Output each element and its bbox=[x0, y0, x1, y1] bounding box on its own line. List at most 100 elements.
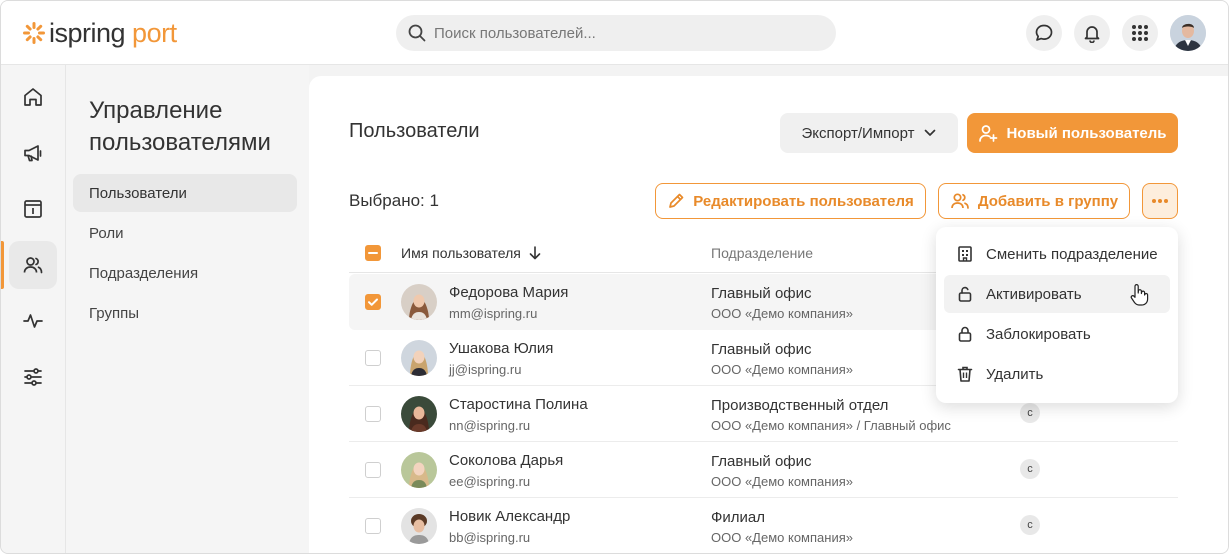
column-header-department[interactable]: Подразделение bbox=[711, 245, 813, 261]
avatar bbox=[401, 508, 437, 544]
top-header: ispring port bbox=[1, 1, 1228, 65]
new-user-button[interactable]: Новый пользователь bbox=[967, 113, 1178, 153]
nav-settings[interactable] bbox=[9, 353, 57, 401]
nav-active-indicator bbox=[1, 241, 4, 289]
user-organization: ООО «Демо компания» / Главный офис bbox=[711, 418, 951, 433]
row-checkbox[interactable] bbox=[365, 406, 381, 422]
chat-icon bbox=[1035, 24, 1053, 41]
nav-activity[interactable] bbox=[9, 297, 57, 345]
more-dots-icon bbox=[1152, 199, 1168, 203]
sidebar-item-groups[interactable]: Группы bbox=[73, 294, 297, 332]
search-bar[interactable] bbox=[396, 15, 836, 51]
row-checkbox[interactable] bbox=[365, 350, 381, 366]
main-nav bbox=[1, 65, 66, 553]
user-organization: ООО «Демо компания» bbox=[711, 474, 853, 489]
menu-item-label: Удалить bbox=[986, 365, 1044, 383]
user-organization: ООО «Демо компания» bbox=[711, 306, 853, 321]
sidebar-item-users[interactable]: Пользователи bbox=[73, 174, 297, 212]
more-actions-button[interactable] bbox=[1142, 183, 1178, 219]
user-name[interactable]: Старостина Полина bbox=[449, 396, 588, 413]
avatar bbox=[401, 284, 437, 320]
avatar bbox=[401, 452, 437, 488]
trash-icon bbox=[957, 366, 973, 382]
row-checkbox[interactable] bbox=[365, 294, 381, 310]
user-department: Главный офис bbox=[711, 341, 812, 358]
add-to-group-label: Добавить в группу bbox=[977, 192, 1119, 210]
hand-cursor-icon bbox=[1130, 284, 1149, 306]
sort-arrow-down-icon bbox=[529, 246, 541, 260]
avatar-icon bbox=[401, 508, 437, 544]
avatar-icon bbox=[1170, 15, 1206, 51]
avatar bbox=[401, 340, 437, 376]
user-email: bb@ispring.ru bbox=[449, 530, 531, 545]
user-name[interactable]: Новик Александр bbox=[449, 508, 570, 525]
menu-item-label: Заблокировать bbox=[986, 325, 1091, 343]
sidebar-item-roles[interactable]: Роли bbox=[73, 214, 297, 252]
sidebar-item-departments[interactable]: Подразделения bbox=[73, 254, 297, 292]
user-email: mm@ispring.ru bbox=[449, 306, 538, 321]
user-organization: ООО «Демо компания» bbox=[711, 530, 853, 545]
status-badge: с bbox=[1020, 515, 1040, 535]
status-badge: с bbox=[1020, 459, 1040, 479]
column-header-name[interactable]: Имя пользователя bbox=[401, 245, 541, 261]
user-email: ee@ispring.ru bbox=[449, 474, 531, 489]
section-sidebar: Управление пользователями Пользователи Р… bbox=[66, 65, 309, 553]
nav-home[interactable] bbox=[9, 73, 57, 121]
row-checkbox[interactable] bbox=[365, 462, 381, 478]
user-avatar[interactable] bbox=[1170, 15, 1206, 51]
avatar-icon bbox=[401, 396, 437, 432]
avatar-icon bbox=[401, 452, 437, 488]
add-to-group-button[interactable]: Добавить в группу bbox=[938, 183, 1130, 219]
export-import-button[interactable]: Экспорт/Импорт bbox=[780, 113, 958, 153]
edit-user-button[interactable]: Редактировать пользователя bbox=[655, 183, 926, 219]
user-department: Производственный отдел bbox=[711, 397, 889, 414]
avatar-icon bbox=[401, 284, 437, 320]
user-name[interactable]: Федорова Мария bbox=[449, 284, 568, 301]
user-name[interactable]: Соколова Дарья bbox=[449, 452, 563, 469]
app-window: ispring port Поиск пользователей... Упра… bbox=[0, 0, 1229, 554]
notifications-button[interactable] bbox=[1074, 15, 1110, 51]
check-icon bbox=[368, 298, 378, 306]
catalog-icon bbox=[24, 200, 42, 218]
apps-grid-icon bbox=[1132, 25, 1148, 41]
menu-item-label: Активировать bbox=[986, 285, 1082, 303]
export-import-label: Экспорт/Импорт bbox=[801, 124, 915, 142]
activity-icon bbox=[23, 314, 43, 328]
select-all-checkbox[interactable] bbox=[365, 245, 381, 261]
row-checkbox[interactable] bbox=[365, 518, 381, 534]
home-icon bbox=[24, 88, 42, 106]
edit-user-label: Редактировать пользователя bbox=[693, 192, 914, 210]
user-department: Главный офис bbox=[711, 453, 812, 470]
bell-icon bbox=[1084, 26, 1100, 43]
selected-count: Выбрано: 1 bbox=[349, 191, 439, 210]
chat-button[interactable] bbox=[1026, 15, 1062, 51]
table-row[interactable]: Соколова Дарья ee@ispring.ru Главный офи… bbox=[349, 442, 1178, 498]
pencil-icon bbox=[669, 193, 684, 208]
menu-item-block[interactable]: Заблокировать bbox=[944, 315, 1170, 353]
section-title: Управление пользователями bbox=[89, 97, 271, 156]
megaphone-icon bbox=[24, 145, 42, 162]
search-icon bbox=[408, 24, 426, 42]
menu-item-delete[interactable]: Удалить bbox=[944, 355, 1170, 393]
nav-announcements[interactable] bbox=[9, 129, 57, 177]
lock-icon bbox=[958, 326, 972, 342]
page-title: Пользователи bbox=[349, 120, 480, 142]
table-row[interactable]: Новик Александр bb@ispring.ru Филиал ООО… bbox=[349, 498, 1178, 553]
apps-button[interactable] bbox=[1122, 15, 1158, 51]
group-icon bbox=[951, 193, 969, 209]
brand-logo[interactable]: ispring port bbox=[23, 18, 177, 48]
avatar-icon bbox=[401, 340, 437, 376]
user-name[interactable]: Ушакова Юлия bbox=[449, 340, 553, 357]
brand-name: ispring bbox=[49, 17, 126, 48]
user-email: jj@ispring.ru bbox=[449, 362, 522, 377]
user-department: Главный офис bbox=[711, 285, 812, 302]
search-input[interactable] bbox=[434, 24, 814, 42]
nav-catalog[interactable] bbox=[9, 185, 57, 233]
menu-item-change-department[interactable]: Сменить подразделение bbox=[944, 235, 1170, 273]
building-icon bbox=[958, 246, 972, 262]
user-organization: ООО «Демо компания» bbox=[711, 362, 853, 377]
menu-item-label: Сменить подразделение bbox=[986, 245, 1158, 263]
nav-users[interactable] bbox=[9, 241, 57, 289]
avatar bbox=[401, 396, 437, 432]
settings-sliders-icon bbox=[24, 368, 42, 386]
